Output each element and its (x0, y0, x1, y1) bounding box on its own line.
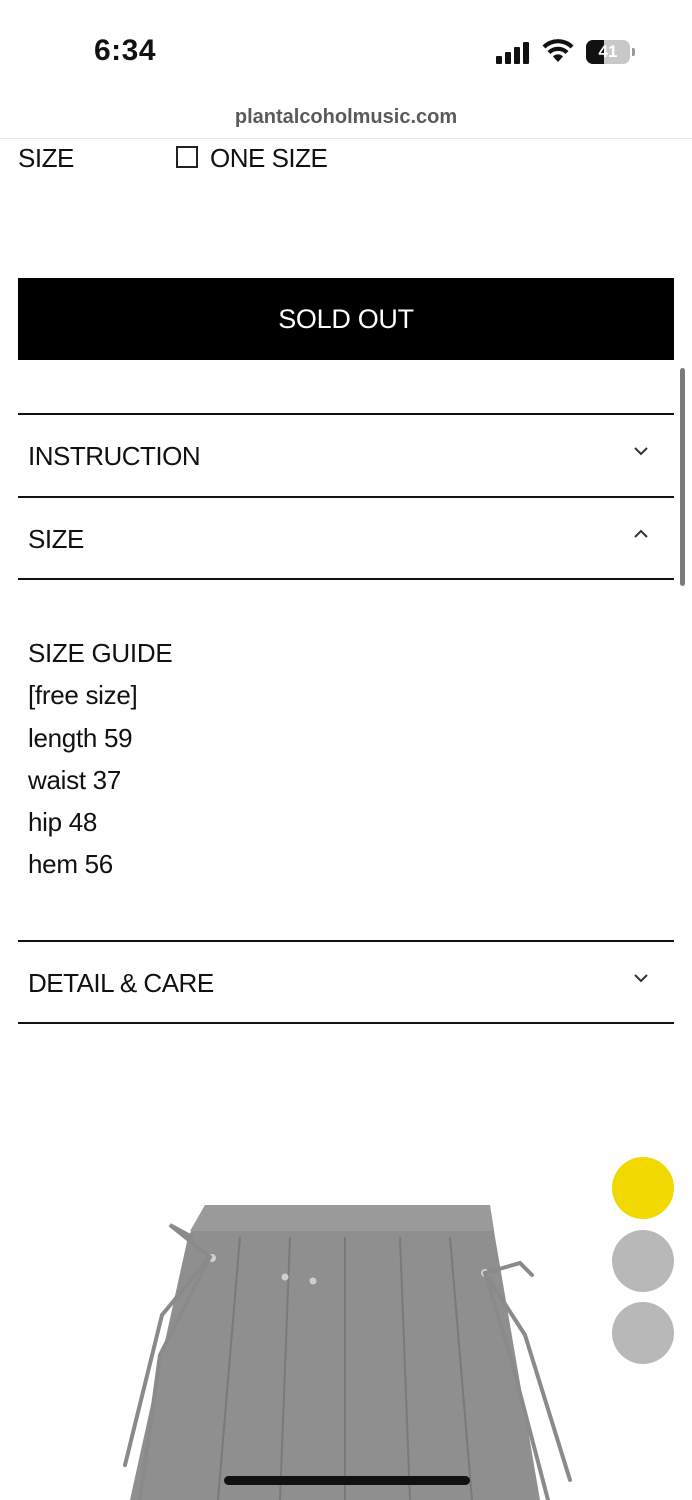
product-image[interactable] (100, 1195, 600, 1500)
size-guide-line: hem 56 (28, 849, 113, 880)
size-guide-heading: SIZE GUIDE (28, 638, 173, 668)
accordion-instruction-title[interactable]: INSTRUCTION (28, 441, 201, 472)
accordion-divider (18, 496, 674, 498)
accordion-size-title[interactable]: SIZE (28, 524, 84, 555)
accordion-divider (18, 578, 674, 580)
chevron-down-icon[interactable] (630, 440, 652, 462)
chevron-down-icon[interactable] (630, 967, 652, 989)
size-option-label: SIZE (18, 143, 74, 173)
accordion-detail-care-title[interactable]: DETAIL & CARE (28, 968, 214, 999)
cellular-signal-icon (496, 42, 532, 64)
status-time: 6:34 (94, 34, 157, 67)
size-guide-line: hip 48 (28, 807, 98, 838)
size-guide-line: [free size] (28, 680, 138, 711)
battery-icon: 41 (586, 40, 635, 64)
accordion-divider (18, 1022, 674, 1024)
chevron-up-icon[interactable] (630, 523, 652, 545)
battery-level: 41 (598, 42, 618, 61)
accordion-divider (18, 940, 674, 942)
carousel-dot[interactable] (612, 1302, 674, 1364)
header-divider (0, 138, 692, 139)
page-scrollbar[interactable] (680, 368, 685, 586)
carousel-dot-active[interactable] (612, 1157, 674, 1219)
address-bar-url[interactable]: plantalcoholmusic.com (0, 106, 692, 129)
status-bar: 6:34 41 plantalcoholmusic.com (0, 0, 692, 128)
sold-out-button[interactable]: SOLD OUT (18, 278, 674, 360)
size-guide-line: waist 37 (28, 764, 121, 795)
wifi-icon (542, 39, 574, 62)
one-size-checkbox[interactable] (176, 146, 198, 168)
accordion-divider (18, 413, 674, 415)
carousel-dot[interactable] (612, 1230, 674, 1292)
one-size-option-label[interactable]: ONE SIZE (210, 143, 328, 174)
home-indicator[interactable] (224, 1476, 470, 1485)
size-guide-content: SIZE GUIDE [free size] length 59 waist 3… (28, 632, 173, 886)
size-guide-line: length 59 (28, 722, 133, 753)
